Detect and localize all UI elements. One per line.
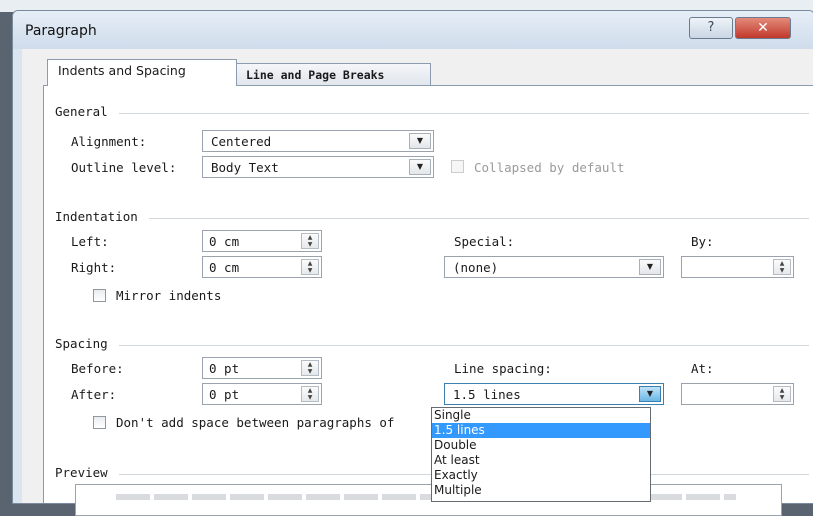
indent-left-spinner[interactable]: 0 cm ▲ ▼ [202,230,322,252]
alignment-label: Alignment: [71,134,147,149]
line-spacing-option[interactable]: Exactly [432,468,650,483]
dialog-title: Paragraph [25,23,97,39]
mirror-indents-checkbox[interactable] [93,289,106,302]
spacing-after-value: 0 pt [209,387,240,402]
spin-up-icon[interactable]: ▲ [302,260,318,267]
tab-panel: General Alignment: Centered ▼ Outline le… [43,85,813,503]
by-label: By: [691,234,714,249]
line-spacing-option[interactable]: Multiple [432,483,650,498]
line-spacing-value: 1.5 lines [453,387,521,402]
spacing-after-spinner[interactable]: 0 pt ▲ ▼ [202,383,322,405]
help-icon: ? [707,20,715,35]
spacing-after-label: After: [71,387,117,402]
chevron-down-icon[interactable]: ▼ [639,259,661,275]
indent-left-label: Left: [71,234,109,249]
spin-down-icon[interactable]: ▼ [774,394,790,401]
special-label: Special: [454,234,515,249]
indent-right-label: Right: [71,260,117,275]
line-spacing-label: Line spacing: [454,361,552,376]
line-spacing-select[interactable]: 1.5 lines ▼ [444,383,664,405]
alignment-select[interactable]: Centered ▼ [202,130,434,152]
special-select[interactable]: (none) ▼ [444,256,664,278]
line-spacing-option[interactable]: At least [432,453,650,468]
spin-up-icon[interactable]: ▲ [774,387,790,394]
outline-level-label: Outline level: [71,160,177,175]
line-spacing-option[interactable]: Single [432,408,650,423]
spin-up-icon[interactable]: ▲ [302,361,318,368]
preview-group-heading: Preview [55,465,108,480]
title-bar[interactable]: Paragraph ? ✕ [13,11,813,49]
spin-down-icon[interactable]: ▼ [302,394,318,401]
line-spacing-dropdown-list: Single 1.5 lines Double At least Exactly Mult… [431,407,651,502]
dont-add-space-label: Don't add space between paragraphs of [116,415,395,430]
close-button[interactable]: ✕ [735,17,791,39]
special-value: (none) [453,260,499,275]
close-icon: ✕ [757,20,769,36]
dont-add-space-checkbox[interactable] [93,416,106,429]
chevron-down-icon[interactable]: ▼ [639,386,661,402]
spacing-before-label: Before: [71,361,124,376]
general-group-heading: General [55,104,108,119]
chevron-down-icon[interactable]: ▼ [409,159,431,175]
spin-up-icon[interactable]: ▲ [774,260,790,267]
chevron-down-icon[interactable]: ▼ [409,133,431,149]
spin-down-icon[interactable]: ▼ [302,241,318,248]
paragraph-dialog: Paragraph ? ✕ Indents and Spacing Line a… [12,10,813,504]
line-spacing-option[interactable]: 1.5 lines [432,423,650,438]
spin-down-icon[interactable]: ▼ [774,267,790,274]
general-separator [119,113,809,114]
spin-down-icon[interactable]: ▼ [302,267,318,274]
tab-indents-and-spacing[interactable]: Indents and Spacing [47,59,237,86]
spacing-before-spinner[interactable]: 0 pt ▲ ▼ [202,357,322,379]
outline-level-select[interactable]: Body Text ▼ [202,156,434,178]
indentation-group-heading: Indentation [55,209,138,224]
spacing-separator [119,345,809,346]
spacing-before-value: 0 pt [209,361,240,376]
help-button[interactable]: ? [689,17,733,39]
collapsed-by-default-label: Collapsed by default [474,160,625,175]
spin-up-icon[interactable]: ▲ [302,234,318,241]
at-spinner[interactable]: ▲ ▼ [681,383,794,405]
line-spacing-option[interactable]: Double [432,438,650,453]
indent-right-value: 0 cm [209,260,240,275]
preview-pane [75,484,782,516]
collapsed-by-default-checkbox[interactable] [451,160,464,173]
indent-right-spinner[interactable]: 0 cm ▲ ▼ [202,256,322,278]
alignment-value: Centered [211,134,272,149]
at-label: At: [691,361,714,376]
dialog-client-area: Indents and Spacing Line and Page Breaks… [22,49,813,503]
spin-down-icon[interactable]: ▼ [302,368,318,375]
indentation-separator [149,218,809,219]
tab-line-and-page-breaks[interactable]: Line and Page Breaks [235,63,431,87]
outline-level-value: Body Text [211,160,279,175]
indent-left-value: 0 cm [209,234,240,249]
spacing-group-heading: Spacing [55,336,108,351]
by-spinner[interactable]: ▲ ▼ [681,256,794,278]
mirror-indents-label: Mirror indents [116,288,222,303]
spin-up-icon[interactable]: ▲ [302,387,318,394]
